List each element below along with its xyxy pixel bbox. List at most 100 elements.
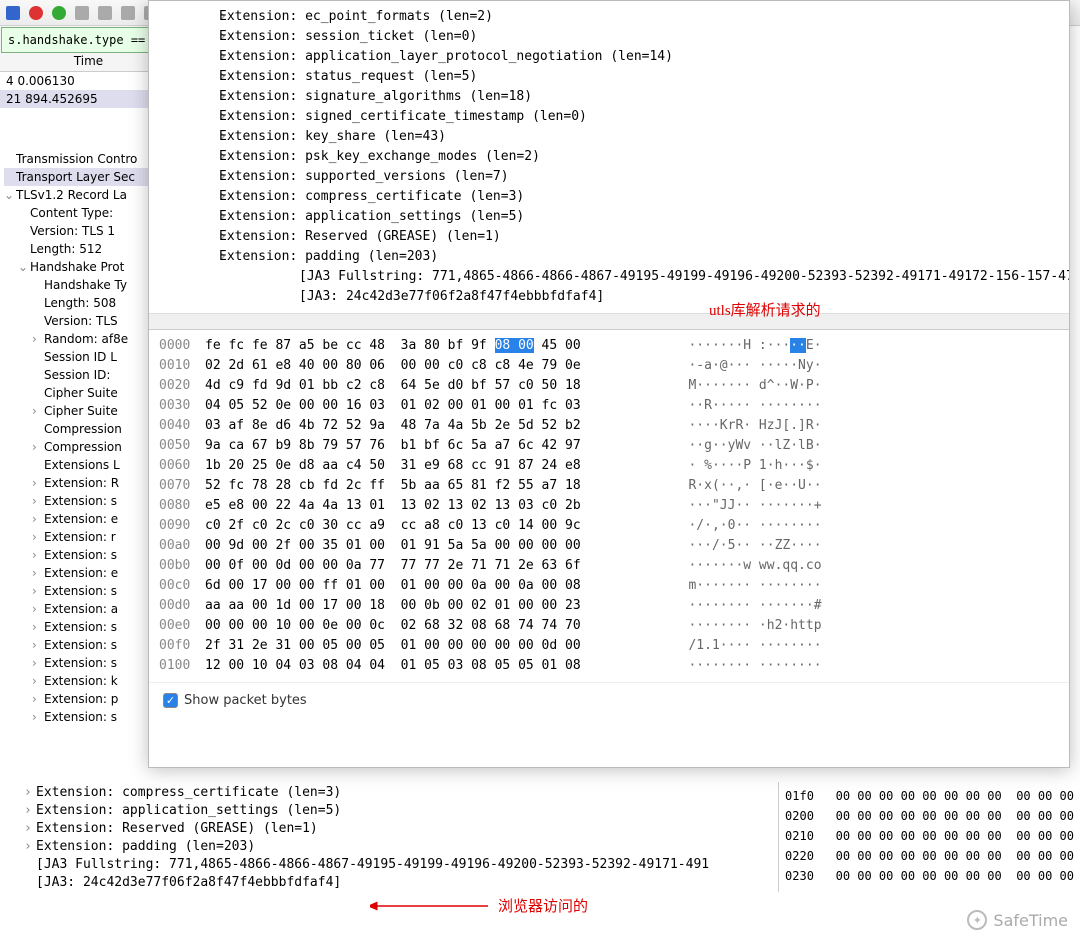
chevron-icon[interactable]: ›	[32, 546, 44, 564]
tree-node[interactable]: ›Extension: padding (len=203)	[0, 838, 778, 856]
chevron-icon[interactable]: ›	[32, 528, 44, 546]
toolbar-open-button[interactable]	[2, 2, 24, 24]
hex-row[interactable]: 00c06d 00 17 00 00 ff 01 00 01 00 00 0a …	[159, 576, 1059, 596]
hex-row[interactable]: 0200 00 00 00 00 00 00 00 00 00 00 00	[785, 806, 1074, 826]
chevron-icon[interactable]: ›	[24, 784, 36, 802]
toolbar-button-5[interactable]	[94, 2, 116, 24]
hex-row[interactable]: 0220 00 00 00 00 00 00 00 00 00 00 00	[785, 846, 1074, 866]
right-hex-pane[interactable]: 01f0 00 00 00 00 00 00 00 00 00 00 00020…	[778, 782, 1080, 892]
annotation-browser-text: 浏览器访问的	[498, 895, 588, 916]
chevron-icon[interactable]: ›	[159, 7, 219, 27]
hex-row[interactable]: 00204d c9 fd 9d 01 bb c2 c8 64 5e d0 bf …	[159, 376, 1059, 396]
watermark: ✦ SafeTime	[967, 910, 1068, 930]
chevron-icon[interactable]: ›	[32, 708, 44, 726]
chevron-icon[interactable]: ›	[32, 438, 44, 456]
tree-node[interactable]: [JA3: 24c42d3e77f06f2a8f47f4ebbbfdfaf4]	[0, 874, 778, 892]
chevron-icon[interactable]: ›	[159, 67, 219, 87]
chevron-icon[interactable]: ›	[24, 820, 36, 838]
toolbar-button-6[interactable]	[117, 2, 139, 24]
hex-row[interactable]: 00a000 9d 00 2f 00 35 01 00 01 91 5a 5a …	[159, 536, 1059, 556]
hex-row[interactable]: 00b000 0f 00 0d 00 00 0a 77 77 77 2e 71 …	[159, 556, 1059, 576]
chevron-icon[interactable]: ›	[24, 838, 36, 856]
extension-node[interactable]: ›Extension: application_settings (len=5)	[159, 207, 1059, 227]
extensions-tree[interactable]: ›Extension: ec_point_formats (len=2)›Ext…	[149, 1, 1069, 313]
tree-node[interactable]: ›Extension: Reserved (GREASE) (len=1)	[0, 820, 778, 838]
arrow-icon	[370, 897, 490, 915]
hex-row[interactable]: 001002 2d 61 e8 40 00 80 06 00 00 c0 c8 …	[159, 356, 1059, 376]
chevron-icon[interactable]: ⌄	[4, 186, 16, 204]
extension-node[interactable]: ›Extension: signature_algorithms (len=18…	[159, 87, 1059, 107]
chevron-icon[interactable]: ›	[159, 227, 219, 247]
extension-node[interactable]: ›Extension: supported_versions (len=7)	[159, 167, 1059, 187]
chevron-icon[interactable]: ›	[159, 167, 219, 187]
chevron-icon[interactable]: ›	[24, 802, 36, 820]
hex-row[interactable]: 0090c0 2f c0 2c c0 30 cc a9 cc a8 c0 13 …	[159, 516, 1059, 536]
hex-row[interactable]: 010012 00 10 04 03 08 04 04 01 05 03 08 …	[159, 656, 1059, 676]
chevron-icon[interactable]: ›	[159, 127, 219, 147]
hex-row[interactable]: 003004 05 52 0e 00 00 16 03 01 02 00 01 …	[159, 396, 1059, 416]
chevron-icon[interactable]: ›	[159, 207, 219, 227]
extension-node[interactable]: ›Extension: application_layer_protocol_n…	[159, 47, 1059, 67]
extension-node[interactable]: ›Extension: padding (len=203)	[159, 247, 1059, 267]
checkbox-checked-icon: ✓	[163, 693, 178, 708]
toolbar-restart-button[interactable]	[48, 2, 70, 24]
hex-row[interactable]: 00509a ca 67 b9 8b 79 57 76 b1 bf 6c 5a …	[159, 436, 1059, 456]
chevron-icon[interactable]: ›	[32, 564, 44, 582]
chevron-icon[interactable]: ›	[159, 147, 219, 167]
chevron-icon[interactable]: ›	[32, 510, 44, 528]
chevron-icon[interactable]: ›	[159, 87, 219, 107]
hex-row[interactable]: 0000fe fc fe 87 a5 be cc 48 3a 80 bf 9f …	[159, 336, 1059, 356]
horizontal-scrollbar[interactable]	[149, 313, 1069, 329]
tree-node[interactable]: ›Extension: compress_certificate (len=3)	[0, 784, 778, 802]
extension-node[interactable]: ›Extension: psk_key_exchange_modes (len=…	[159, 147, 1059, 167]
bottom-details-tree[interactable]: ›Extension: compress_certificate (len=3)…	[0, 782, 778, 892]
chevron-icon[interactable]: ⌄	[18, 258, 30, 276]
hex-row[interactable]: 00d0aa aa 00 1d 00 17 00 18 00 0b 00 02 …	[159, 596, 1059, 616]
chevron-icon[interactable]: ›	[32, 636, 44, 654]
hex-row[interactable]: 00601b 20 25 0e d8 aa c4 50 31 e9 68 cc …	[159, 456, 1059, 476]
toolbar-stop-button[interactable]	[25, 2, 47, 24]
extension-node[interactable]: ›Extension: status_request (len=5)	[159, 67, 1059, 87]
extension-node[interactable]: ›Extension: session_ticket (len=0)	[159, 27, 1059, 47]
chevron-icon[interactable]: ›	[32, 402, 44, 420]
hex-row[interactable]: 007052 fc 78 28 cb fd 2c ff 5b aa 65 81 …	[159, 476, 1059, 496]
annotation-browser: 浏览器访问的	[370, 895, 588, 916]
chevron-icon[interactable]: ›	[32, 600, 44, 618]
extension-node[interactable]: ›Extension: ec_point_formats (len=2)	[159, 7, 1059, 27]
filter-text: s.handshake.type == 1	[8, 33, 160, 47]
hex-row[interactable]: 0080e5 e8 00 22 4a 4a 13 01 13 02 13 02 …	[159, 496, 1059, 516]
hex-dump-pane[interactable]: 0000fe fc fe 87 a5 be cc 48 3a 80 bf 9f …	[149, 329, 1069, 682]
show-packet-bytes-label: Show packet bytes	[184, 693, 307, 708]
chevron-icon[interactable]: ›	[159, 27, 219, 47]
chevron-icon[interactable]: ›	[32, 492, 44, 510]
chevron-icon[interactable]: ›	[32, 654, 44, 672]
hex-row[interactable]: 004003 af 8e d6 4b 72 52 9a 48 7a 4a 5b …	[159, 416, 1059, 436]
hex-row[interactable]: 0210 00 00 00 00 00 00 00 00 00 00 00	[785, 826, 1074, 846]
extension-node[interactable]: ›Extension: signed_certificate_timestamp…	[159, 107, 1059, 127]
chevron-icon[interactable]: ›	[32, 330, 44, 348]
chevron-icon[interactable]: ›	[159, 47, 219, 67]
chevron-icon[interactable]: ›	[32, 618, 44, 636]
tree-node[interactable]: [JA3 Fullstring: 771,4865-4866-4866-4867…	[0, 856, 778, 874]
hex-row[interactable]: 00f02f 31 2e 31 00 05 00 05 01 00 00 00 …	[159, 636, 1059, 656]
chevron-icon[interactable]: ›	[159, 187, 219, 207]
chevron-icon[interactable]: ›	[32, 582, 44, 600]
extension-node[interactable]: [JA3 Fullstring: 771,4865-4866-4866-4867…	[159, 267, 1059, 287]
chevron-icon[interactable]: ›	[159, 107, 219, 127]
tree-node[interactable]: ›Extension: application_settings (len=5)	[0, 802, 778, 820]
extension-node[interactable]: ›Extension: Reserved (GREASE) (len=1)	[159, 227, 1059, 247]
chevron-icon[interactable]: ›	[32, 474, 44, 492]
toolbar-button-4[interactable]	[71, 2, 93, 24]
chevron-icon[interactable]: ›	[32, 672, 44, 690]
wechat-icon: ✦	[967, 910, 987, 930]
hex-row[interactable]: 01f0 00 00 00 00 00 00 00 00 00 00 00	[785, 786, 1074, 806]
extension-node[interactable]: ›Extension: compress_certificate (len=3)	[159, 187, 1059, 207]
hex-row[interactable]: 0230 00 00 00 00 00 00 00 00 00 00 00	[785, 866, 1074, 886]
hex-row[interactable]: 00e000 00 00 10 00 0e 00 0c 02 68 32 08 …	[159, 616, 1059, 636]
packet-detail-popup: ›Extension: ec_point_formats (len=2)›Ext…	[148, 0, 1070, 768]
extension-node[interactable]: [JA3: 24c42d3e77f06f2a8f47f4ebbbfdfaf4]	[159, 287, 1059, 307]
chevron-icon[interactable]: ›	[159, 247, 219, 267]
extension-node[interactable]: ›Extension: key_share (len=43)	[159, 127, 1059, 147]
show-packet-bytes-toggle[interactable]: ✓ Show packet bytes	[149, 682, 1069, 718]
chevron-icon[interactable]: ›	[32, 690, 44, 708]
